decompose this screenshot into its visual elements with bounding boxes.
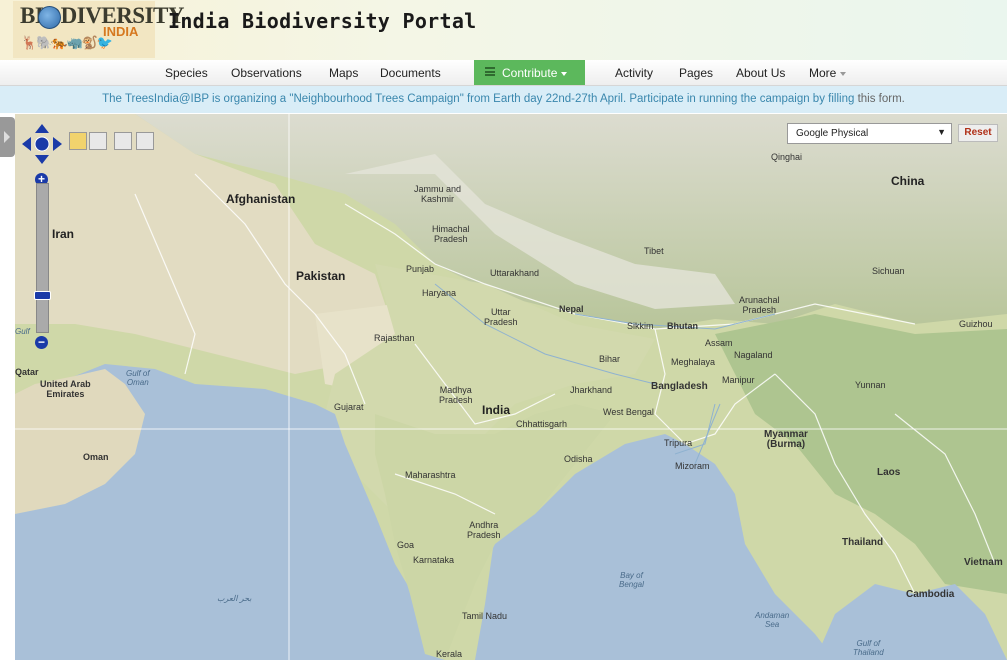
zoom-control: + −: [34, 173, 51, 349]
map-label-uttarakhand: Uttarakhand: [490, 268, 540, 278]
map-label-arunachal: Arunachal Pradesh: [739, 295, 780, 315]
map-label-gujarat: Gujarat: [334, 402, 364, 412]
zoom-out-button[interactable]: −: [35, 336, 48, 349]
map-label-afghanistan: Afghanistan: [226, 192, 296, 206]
caret-down-icon: [840, 71, 847, 76]
map-label-guizhou: Guizhou: [959, 319, 993, 329]
map-label-bangladesh: Bangladesh: [651, 381, 708, 392]
map-label-yunnan: Yunnan: [855, 380, 886, 390]
map-label-nepal: Nepal: [559, 304, 584, 314]
map-label-tibet: Tibet: [644, 246, 664, 256]
map-label-west-bengal: West Bengal: [603, 407, 654, 417]
zoom-slider-track[interactable]: [36, 183, 49, 333]
map-label-arabian-sea: بحر العرب: [217, 594, 252, 603]
map-layer-select[interactable]: Google Physical ▼: [787, 123, 952, 144]
map-label-oman: Oman: [83, 452, 109, 462]
map-label-andaman-sea: Andaman Sea: [755, 611, 790, 629]
map-label-india: India: [482, 403, 511, 417]
site-header: BIODIVERSITY INDIA 🦌🐘🐅🦏🐒🐦 India Biodiver…: [0, 0, 1007, 60]
animals-silhouette-icon: 🦌🐘🐅🦏🐒🐦: [21, 35, 113, 50]
nav-more[interactable]: More: [809, 66, 847, 80]
contribute-text: Contribute: [502, 66, 558, 80]
map-label-gulf: Gulf: [15, 327, 30, 336]
map-label-himachal: Himachal Pradesh: [432, 224, 470, 244]
draw-line-icon[interactable]: [114, 132, 132, 150]
map-label-jammu-kashmir: Jammu and Kashmir: [414, 184, 462, 204]
map-label-myanmar: Myanmar (Burma): [764, 429, 808, 450]
map-label-bay-of-bengal: Bay of Bengal: [619, 571, 644, 589]
map-reset-button[interactable]: Reset: [958, 124, 998, 142]
map-label-manipur: Manipur: [722, 375, 755, 385]
draw-polygon-icon[interactable]: [136, 132, 154, 150]
arrow-right-icon: [4, 131, 10, 143]
map-label-qinghai: Qinghai: [771, 152, 803, 162]
site-title[interactable]: India Biodiversity Portal: [168, 9, 477, 33]
map-label-bhutan: Bhutan: [667, 321, 698, 331]
contribute-button[interactable]: Contribute: [474, 60, 585, 85]
map-label-iran: Iran: [52, 227, 75, 241]
map-label-odisha: Odisha: [564, 454, 593, 464]
map-label-vietnam: Vietnam: [964, 557, 1003, 568]
hand-pan-icon[interactable]: [69, 132, 87, 150]
nav-species[interactable]: Species: [165, 66, 208, 80]
banner-text: The TreesIndia@IBP is organizing a "Neig…: [102, 93, 858, 105]
map-label-uttar-pradesh: Uttar Pradesh: [484, 307, 518, 327]
map-label-sichuan: Sichuan: [872, 266, 905, 276]
caret-down-icon: [561, 71, 568, 76]
nav-documents[interactable]: Documents: [380, 66, 441, 80]
map-label-gulf-of-oman: Gulf of Oman: [126, 369, 150, 387]
map-label-pakistan: Pakistan: [296, 269, 346, 283]
nav-about-us[interactable]: About Us: [736, 66, 785, 80]
map-label-kerala: Kerala: [436, 649, 463, 659]
map-canvas[interactable]: Afghanistan Iran Pakistan India China Ne…: [15, 114, 1007, 660]
map-label-gulf-of-thailand: Gulf of Thailand: [853, 639, 884, 657]
map-label-karnataka: Karnataka: [413, 555, 455, 565]
nav-maps[interactable]: Maps: [329, 66, 358, 80]
nav-observations[interactable]: Observations: [231, 66, 302, 80]
pan-control[interactable]: [22, 124, 62, 164]
map-label-qatar: Qatar: [15, 367, 39, 377]
contribute-label: Contribute: [502, 66, 568, 80]
map-label-jharkhand: Jharkhand: [570, 385, 613, 395]
map-label-thailand: Thailand: [842, 537, 884, 548]
map-label-mizoram: Mizoram: [675, 461, 710, 471]
nav-pages[interactable]: Pages: [679, 66, 713, 80]
nav-activity[interactable]: Activity: [615, 66, 653, 80]
banner-form-link[interactable]: this form.: [858, 93, 905, 105]
map-label-goa: Goa: [397, 540, 415, 550]
map-label-cambodia: Cambodia: [906, 589, 955, 600]
map-label-chhattisgarh: Chhattisgarh: [516, 419, 568, 429]
map-label-tripura: Tripura: [664, 438, 693, 448]
nav-more-label: More: [809, 66, 837, 80]
map-label-laos: Laos: [877, 467, 901, 478]
list-icon: [485, 67, 495, 76]
map-toolbar: [69, 132, 154, 150]
map-label-andhra: Andhra Pradesh: [467, 520, 501, 540]
map-label-sikkim: Sikkim: [627, 321, 654, 331]
layer-select-value: Google Physical: [796, 128, 869, 139]
zoom-slider-handle[interactable]: [34, 291, 51, 300]
zoom-box-icon[interactable]: [89, 132, 107, 150]
map-label-haryana: Haryana: [422, 288, 457, 298]
map-label-nagaland: Nagaland: [734, 350, 773, 360]
map-label-assam: Assam: [705, 338, 733, 348]
announcement-banner: The TreesIndia@IBP is organizing a "Neig…: [0, 86, 1007, 113]
map-label-madhya-pradesh: Madhya Pradesh: [439, 385, 473, 405]
map-label-uae: United Arab Emirates: [40, 379, 91, 399]
map-label-maharashtra: Maharashtra: [405, 470, 456, 480]
map-label-tamil-nadu: Tamil Nadu: [462, 611, 508, 621]
map-label-meghalaya: Meghalaya: [671, 357, 716, 367]
site-logo[interactable]: BIODIVERSITY INDIA 🦌🐘🐅🦏🐒🐦: [13, 1, 185, 58]
map-label-china: China: [891, 174, 925, 188]
map-label-punjab: Punjab: [406, 264, 435, 274]
map-label-bihar: Bihar: [599, 354, 621, 364]
side-panel-toggle[interactable]: [0, 117, 15, 157]
map-label-rajasthan: Rajasthan: [374, 333, 415, 343]
globe-icon: [38, 6, 61, 29]
triangle-down-icon: ▼: [937, 127, 946, 137]
